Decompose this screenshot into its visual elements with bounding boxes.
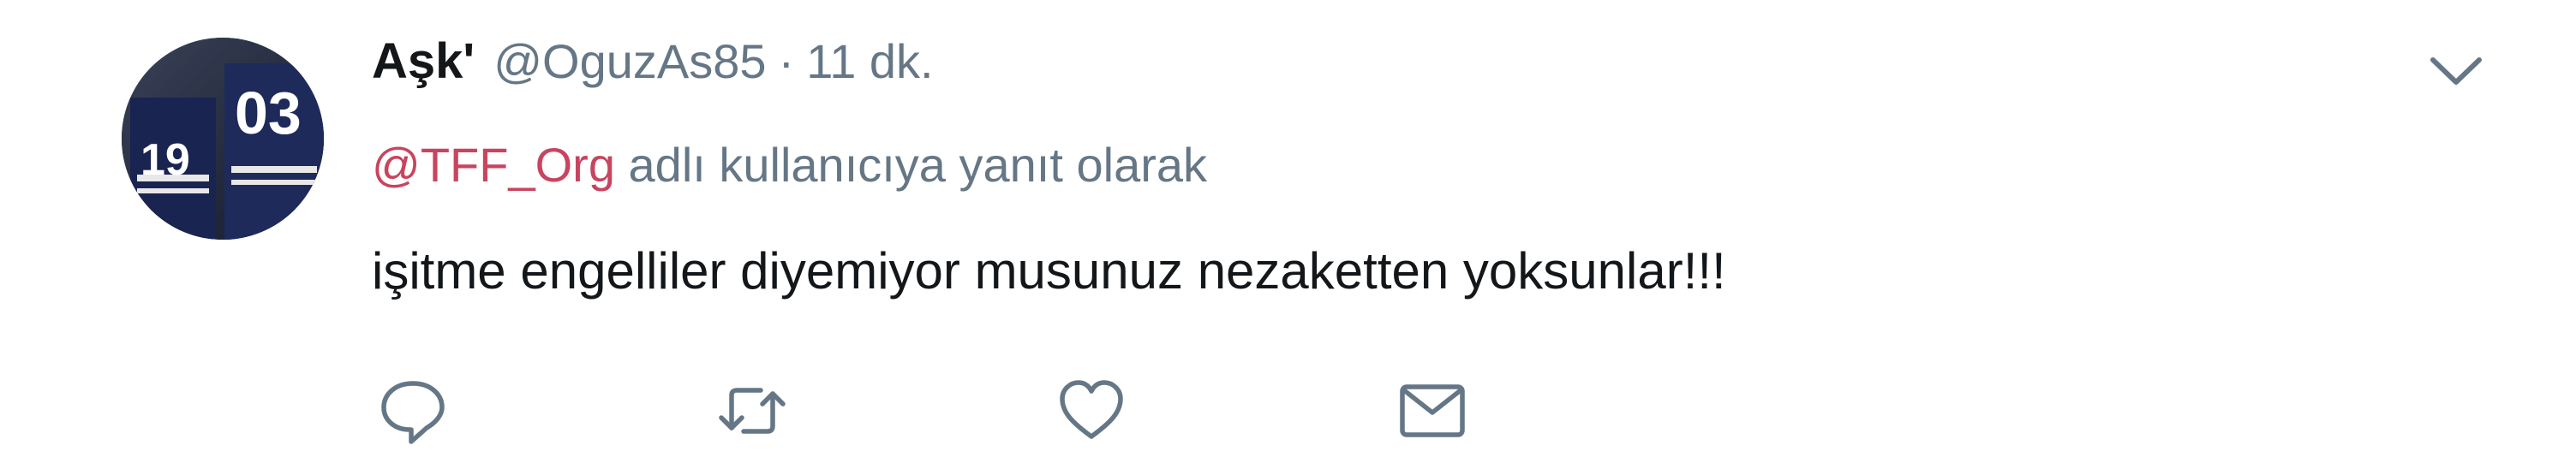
reply-icon[interactable] <box>377 375 449 447</box>
reply-mention-link[interactable]: @TFF_Org <box>372 138 615 192</box>
username-handle[interactable]: @OguzAs85 <box>493 33 766 89</box>
heart-icon[interactable] <box>1055 375 1127 447</box>
timestamp[interactable]: 11 dk. <box>806 33 933 89</box>
envelope-icon[interactable] <box>1396 375 1468 447</box>
display-name[interactable]: Aşk' <box>372 33 475 90</box>
reply-context-text: adlı kullanıcıya yanıt olarak <box>614 138 1207 192</box>
avatar-image: 19 03 <box>122 38 324 240</box>
avatar-number-right: 03 <box>235 80 302 146</box>
avatar-number-left: 19 <box>140 135 190 185</box>
tweet-text: işitme engelliler diyemiyor musunuz neza… <box>372 242 1726 300</box>
tweet-header: Aşk' @OguzAs85 · 11 dk. <box>372 33 934 110</box>
tweet-card: 19 03 Aşk' @OguzAs85 · 11 dk. @TFF_Org a… <box>0 0 2576 475</box>
retweet-icon[interactable] <box>716 375 788 447</box>
avatar[interactable]: 19 03 <box>122 38 324 240</box>
reply-context: @TFF_Org adlı kullanıcıya yanıt olarak <box>372 137 1207 193</box>
chevron-down-icon[interactable] <box>2426 50 2486 92</box>
separator-dot: · <box>778 34 795 88</box>
